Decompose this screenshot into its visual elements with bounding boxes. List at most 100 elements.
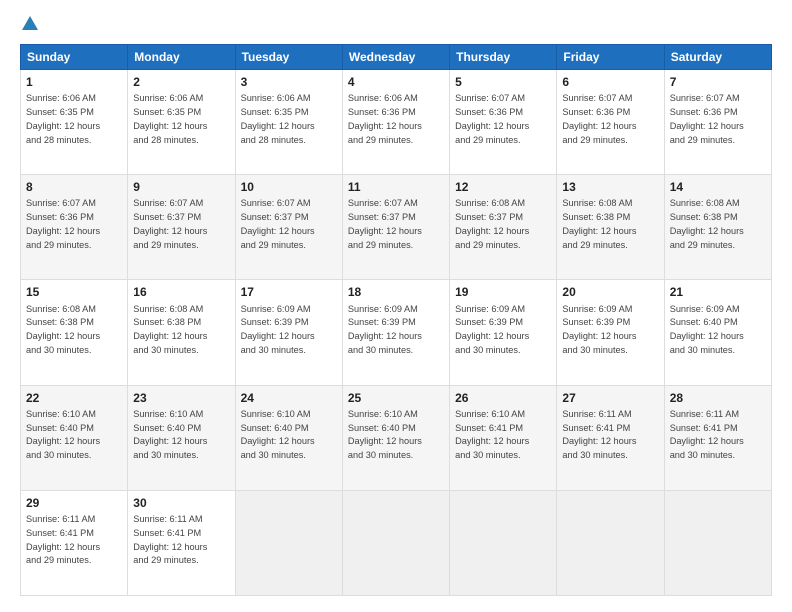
table-row: 24 Sunrise: 6:10 AMSunset: 6:40 PMDaylig… <box>235 385 342 490</box>
day-info: Sunrise: 6:09 AMSunset: 6:39 PMDaylight:… <box>348 304 422 355</box>
day-info: Sunrise: 6:11 AMSunset: 6:41 PMDaylight:… <box>26 514 100 565</box>
day-info: Sunrise: 6:07 AMSunset: 6:36 PMDaylight:… <box>562 93 636 144</box>
day-number: 5 <box>455 74 551 90</box>
table-row: 4 Sunrise: 6:06 AMSunset: 6:36 PMDayligh… <box>342 70 449 175</box>
calendar-week-row: 22 Sunrise: 6:10 AMSunset: 6:40 PMDaylig… <box>21 385 772 490</box>
day-info: Sunrise: 6:08 AMSunset: 6:37 PMDaylight:… <box>455 198 529 249</box>
table-row: 16 Sunrise: 6:08 AMSunset: 6:38 PMDaylig… <box>128 280 235 385</box>
day-number: 20 <box>562 284 658 300</box>
day-info: Sunrise: 6:07 AMSunset: 6:36 PMDaylight:… <box>670 93 744 144</box>
day-info: Sunrise: 6:10 AMSunset: 6:40 PMDaylight:… <box>26 409 100 460</box>
day-info: Sunrise: 6:09 AMSunset: 6:40 PMDaylight:… <box>670 304 744 355</box>
day-number: 27 <box>562 390 658 406</box>
table-row: 8 Sunrise: 6:07 AMSunset: 6:36 PMDayligh… <box>21 175 128 280</box>
calendar-day-header: Thursday <box>450 45 557 70</box>
day-number: 17 <box>241 284 337 300</box>
day-number: 10 <box>241 179 337 195</box>
calendar-day-header: Sunday <box>21 45 128 70</box>
day-info: Sunrise: 6:07 AMSunset: 6:37 PMDaylight:… <box>133 198 207 249</box>
table-row: 27 Sunrise: 6:11 AMSunset: 6:41 PMDaylig… <box>557 385 664 490</box>
table-row <box>235 490 342 595</box>
day-info: Sunrise: 6:11 AMSunset: 6:41 PMDaylight:… <box>133 514 207 565</box>
table-row <box>342 490 449 595</box>
table-row: 28 Sunrise: 6:11 AMSunset: 6:41 PMDaylig… <box>664 385 771 490</box>
day-number: 30 <box>133 495 229 511</box>
table-row: 14 Sunrise: 6:08 AMSunset: 6:38 PMDaylig… <box>664 175 771 280</box>
calendar-header-row: SundayMondayTuesdayWednesdayThursdayFrid… <box>21 45 772 70</box>
table-row: 10 Sunrise: 6:07 AMSunset: 6:37 PMDaylig… <box>235 175 342 280</box>
day-info: Sunrise: 6:07 AMSunset: 6:37 PMDaylight:… <box>348 198 422 249</box>
calendar-day-header: Wednesday <box>342 45 449 70</box>
day-number: 12 <box>455 179 551 195</box>
table-row: 26 Sunrise: 6:10 AMSunset: 6:41 PMDaylig… <box>450 385 557 490</box>
day-info: Sunrise: 6:08 AMSunset: 6:38 PMDaylight:… <box>670 198 744 249</box>
day-info: Sunrise: 6:06 AMSunset: 6:35 PMDaylight:… <box>241 93 315 144</box>
day-info: Sunrise: 6:11 AMSunset: 6:41 PMDaylight:… <box>670 409 744 460</box>
table-row: 21 Sunrise: 6:09 AMSunset: 6:40 PMDaylig… <box>664 280 771 385</box>
table-row: 19 Sunrise: 6:09 AMSunset: 6:39 PMDaylig… <box>450 280 557 385</box>
calendar-day-header: Monday <box>128 45 235 70</box>
table-row: 9 Sunrise: 6:07 AMSunset: 6:37 PMDayligh… <box>128 175 235 280</box>
day-info: Sunrise: 6:11 AMSunset: 6:41 PMDaylight:… <box>562 409 636 460</box>
header <box>20 16 772 34</box>
table-row: 18 Sunrise: 6:09 AMSunset: 6:39 PMDaylig… <box>342 280 449 385</box>
day-info: Sunrise: 6:09 AMSunset: 6:39 PMDaylight:… <box>455 304 529 355</box>
day-number: 1 <box>26 74 122 90</box>
day-number: 8 <box>26 179 122 195</box>
table-row: 12 Sunrise: 6:08 AMSunset: 6:37 PMDaylig… <box>450 175 557 280</box>
day-info: Sunrise: 6:10 AMSunset: 6:40 PMDaylight:… <box>241 409 315 460</box>
calendar-week-row: 15 Sunrise: 6:08 AMSunset: 6:38 PMDaylig… <box>21 280 772 385</box>
day-number: 6 <box>562 74 658 90</box>
table-row: 23 Sunrise: 6:10 AMSunset: 6:40 PMDaylig… <box>128 385 235 490</box>
calendar-day-header: Friday <box>557 45 664 70</box>
table-row <box>664 490 771 595</box>
day-number: 11 <box>348 179 444 195</box>
table-row: 11 Sunrise: 6:07 AMSunset: 6:37 PMDaylig… <box>342 175 449 280</box>
day-number: 3 <box>241 74 337 90</box>
day-info: Sunrise: 6:08 AMSunset: 6:38 PMDaylight:… <box>562 198 636 249</box>
table-row <box>557 490 664 595</box>
day-info: Sunrise: 6:06 AMSunset: 6:35 PMDaylight:… <box>26 93 100 144</box>
calendar-week-row: 1 Sunrise: 6:06 AMSunset: 6:35 PMDayligh… <box>21 70 772 175</box>
day-info: Sunrise: 6:06 AMSunset: 6:36 PMDaylight:… <box>348 93 422 144</box>
day-info: Sunrise: 6:07 AMSunset: 6:37 PMDaylight:… <box>241 198 315 249</box>
table-row: 22 Sunrise: 6:10 AMSunset: 6:40 PMDaylig… <box>21 385 128 490</box>
day-info: Sunrise: 6:07 AMSunset: 6:36 PMDaylight:… <box>26 198 100 249</box>
day-number: 7 <box>670 74 766 90</box>
table-row: 25 Sunrise: 6:10 AMSunset: 6:40 PMDaylig… <box>342 385 449 490</box>
day-number: 25 <box>348 390 444 406</box>
table-row: 5 Sunrise: 6:07 AMSunset: 6:36 PMDayligh… <box>450 70 557 175</box>
day-number: 29 <box>26 495 122 511</box>
table-row <box>450 490 557 595</box>
day-info: Sunrise: 6:08 AMSunset: 6:38 PMDaylight:… <box>133 304 207 355</box>
day-number: 9 <box>133 179 229 195</box>
table-row: 17 Sunrise: 6:09 AMSunset: 6:39 PMDaylig… <box>235 280 342 385</box>
day-info: Sunrise: 6:09 AMSunset: 6:39 PMDaylight:… <box>241 304 315 355</box>
table-row: 3 Sunrise: 6:06 AMSunset: 6:35 PMDayligh… <box>235 70 342 175</box>
day-info: Sunrise: 6:09 AMSunset: 6:39 PMDaylight:… <box>562 304 636 355</box>
table-row: 7 Sunrise: 6:07 AMSunset: 6:36 PMDayligh… <box>664 70 771 175</box>
day-number: 16 <box>133 284 229 300</box>
logo-triangle-icon <box>22 16 38 30</box>
calendar-day-header: Saturday <box>664 45 771 70</box>
table-row: 30 Sunrise: 6:11 AMSunset: 6:41 PMDaylig… <box>128 490 235 595</box>
day-number: 23 <box>133 390 229 406</box>
day-info: Sunrise: 6:08 AMSunset: 6:38 PMDaylight:… <box>26 304 100 355</box>
table-row: 20 Sunrise: 6:09 AMSunset: 6:39 PMDaylig… <box>557 280 664 385</box>
day-number: 4 <box>348 74 444 90</box>
table-row: 15 Sunrise: 6:08 AMSunset: 6:38 PMDaylig… <box>21 280 128 385</box>
page: SundayMondayTuesdayWednesdayThursdayFrid… <box>0 0 792 612</box>
day-info: Sunrise: 6:06 AMSunset: 6:35 PMDaylight:… <box>133 93 207 144</box>
day-number: 14 <box>670 179 766 195</box>
day-info: Sunrise: 6:10 AMSunset: 6:40 PMDaylight:… <box>133 409 207 460</box>
table-row: 13 Sunrise: 6:08 AMSunset: 6:38 PMDaylig… <box>557 175 664 280</box>
table-row: 29 Sunrise: 6:11 AMSunset: 6:41 PMDaylig… <box>21 490 128 595</box>
day-number: 2 <box>133 74 229 90</box>
logo <box>20 16 38 34</box>
day-number: 18 <box>348 284 444 300</box>
table-row: 6 Sunrise: 6:07 AMSunset: 6:36 PMDayligh… <box>557 70 664 175</box>
day-number: 24 <box>241 390 337 406</box>
calendar-table: SundayMondayTuesdayWednesdayThursdayFrid… <box>20 44 772 596</box>
table-row: 1 Sunrise: 6:06 AMSunset: 6:35 PMDayligh… <box>21 70 128 175</box>
day-info: Sunrise: 6:07 AMSunset: 6:36 PMDaylight:… <box>455 93 529 144</box>
